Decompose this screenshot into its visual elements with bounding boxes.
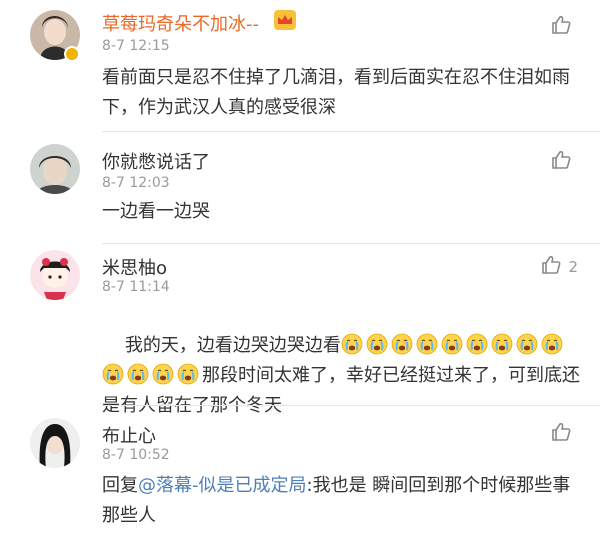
crying-face-emoji bbox=[441, 333, 463, 355]
thumbs-up-icon bbox=[540, 254, 562, 280]
username[interactable]: 米思柚o bbox=[102, 254, 167, 280]
crying-face-emoji bbox=[491, 333, 513, 355]
crown-badge-icon bbox=[273, 9, 297, 35]
thumbs-up-icon bbox=[550, 14, 572, 40]
crying-face-emoji bbox=[177, 363, 199, 385]
like-button[interactable] bbox=[550, 14, 578, 40]
comment-item: 布止心 8-7 10:52 回复@落幕-似是已成定局:我也是 瞬间回到那个时候那… bbox=[0, 406, 600, 539]
crying-face-emoji bbox=[341, 333, 363, 355]
cry-emoji-group bbox=[102, 363, 202, 386]
crying-face-emoji bbox=[152, 363, 174, 385]
crying-face-emoji bbox=[516, 333, 538, 355]
crying-face-emoji bbox=[366, 333, 388, 355]
thumbs-up-icon bbox=[550, 421, 572, 447]
crying-face-emoji bbox=[541, 333, 563, 355]
avatar[interactable] bbox=[30, 144, 80, 194]
timestamp: 8-7 10:52 bbox=[102, 447, 170, 463]
thumbs-up-icon bbox=[550, 149, 572, 175]
timestamp: 8-7 12:15 bbox=[102, 38, 170, 54]
like-button[interactable] bbox=[550, 421, 578, 447]
crying-face-emoji bbox=[416, 333, 438, 355]
comment-text: 看前面只是忍不住掉了几滴泪，看到后面实在忍不住泪如雨下，作为武汉人真的感受很深 bbox=[102, 67, 570, 118]
username[interactable]: 布止心 bbox=[102, 422, 156, 448]
timestamp: 8-7 11:14 bbox=[102, 279, 170, 295]
like-button[interactable] bbox=[550, 149, 578, 175]
comment-item: 米思柚o 8-7 11:14 我的天，边看边哭边哭边看 那段时间太难了，幸好已经挺… bbox=[0, 244, 600, 416]
comment-item: 你就憋说话了 8-7 12:03 一边看一边哭 bbox=[0, 132, 600, 244]
verified-badge-icon bbox=[64, 46, 80, 62]
crying-face-emoji bbox=[127, 363, 149, 385]
username[interactable]: 你就憋说话了 bbox=[102, 148, 210, 174]
crying-face-emoji bbox=[391, 333, 413, 355]
comment-text: 一边看一边哭 bbox=[102, 201, 210, 222]
comment-text-prefix: 我的天，边看边哭边哭边看 bbox=[124, 335, 341, 356]
crying-face-emoji bbox=[466, 333, 488, 355]
like-count: 2 bbox=[568, 258, 578, 276]
like-button[interactable]: 2 bbox=[540, 254, 578, 280]
avatar[interactable] bbox=[30, 418, 80, 468]
comment-text: 回复@落幕-似是已成定局:我也是 瞬间回到那个时候那些事 那些人 bbox=[102, 471, 582, 531]
timestamp: 8-7 12:03 bbox=[102, 175, 170, 191]
mention-link[interactable]: @落幕-似是已成定局 bbox=[138, 475, 307, 496]
cry-emoji-group bbox=[341, 333, 566, 356]
comment-item: 草莓玛奇朵不加冰-- 8-7 12:15 看前面只是忍不住掉了几滴泪，看到后面实… bbox=[0, 0, 600, 132]
crying-face-emoji bbox=[102, 363, 124, 385]
avatar[interactable] bbox=[30, 250, 80, 300]
username[interactable]: 草莓玛奇朵不加冰-- bbox=[102, 10, 259, 36]
reply-prefix: 回复 bbox=[102, 475, 138, 496]
